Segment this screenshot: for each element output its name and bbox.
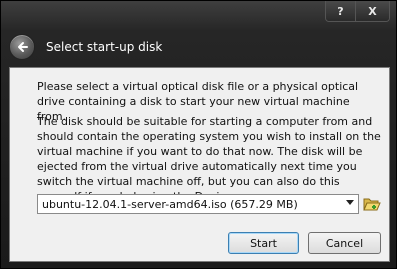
- choose-disk-button[interactable]: [363, 195, 381, 213]
- close-button[interactable]: X: [355, 1, 389, 21]
- description-text: The disk should be suitable for starting…: [37, 115, 381, 203]
- window-controls: ? X: [325, 1, 390, 22]
- start-button[interactable]: Start: [228, 232, 299, 254]
- content-panel: Please select a virtual optical disk fil…: [9, 67, 390, 262]
- wizard-header: Select start-up disk: [9, 29, 389, 65]
- back-button[interactable]: [9, 34, 35, 60]
- page-title: Select start-up disk: [46, 40, 163, 54]
- chevron-down-icon: [346, 200, 354, 205]
- cancel-button[interactable]: Cancel: [308, 232, 381, 254]
- disk-select-value: ubuntu-12.04.1-server-amd64.iso (657.29 …: [42, 197, 298, 211]
- folder-open-icon: [363, 198, 381, 211]
- help-button[interactable]: ?: [326, 1, 355, 21]
- dialog-window: ? X Select start-up disk Please select a…: [0, 0, 397, 269]
- back-arrow-icon: [18, 42, 28, 52]
- disk-select[interactable]: ubuntu-12.04.1-server-amd64.iso (657.29 …: [37, 194, 359, 214]
